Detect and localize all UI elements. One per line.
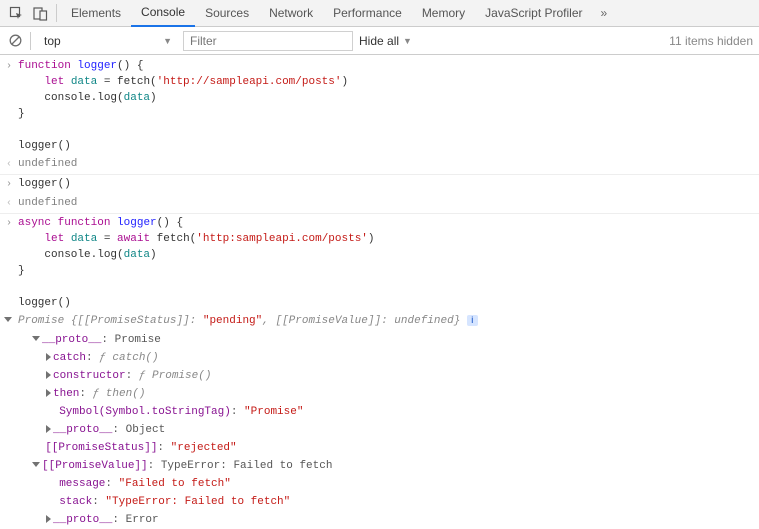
object-property-row: __proto__: Error bbox=[0, 511, 759, 529]
object-property-row: [[PromiseValue]]: TypeError: Failed to f… bbox=[0, 457, 759, 475]
chevron-down-icon: ▼ bbox=[163, 36, 172, 46]
return-value: undefined bbox=[18, 195, 759, 211]
input-marker-icon: › bbox=[0, 176, 18, 193]
object-property[interactable]: [[PromiseValue]]: TypeError: Failed to f… bbox=[18, 458, 759, 474]
object-property[interactable]: __proto__: Promise bbox=[18, 332, 759, 348]
code-line: logger() bbox=[18, 176, 759, 192]
object-property-row: Symbol(Symbol.toStringTag): "Promise" bbox=[0, 403, 759, 421]
console-filter-bar: top ▼ Hide all ▼ 11 items hidden bbox=[0, 27, 759, 55]
console-input-row: › logger() bbox=[0, 175, 759, 194]
object-property[interactable]: __proto__: Error bbox=[18, 512, 759, 528]
object-property: [[PromiseStatus]]: "rejected" bbox=[18, 440, 759, 456]
object-property[interactable]: then: ƒ then() bbox=[18, 386, 759, 402]
info-badge-icon[interactable]: i bbox=[467, 315, 478, 326]
console-output: › function logger() { let data = fetch('… bbox=[0, 55, 759, 529]
filter-input[interactable] bbox=[183, 31, 353, 51]
tab-network[interactable]: Network bbox=[259, 0, 323, 27]
console-return-row: ‹ undefined bbox=[0, 155, 759, 175]
expand-toggle[interactable] bbox=[46, 425, 51, 433]
expand-toggle[interactable] bbox=[46, 371, 51, 379]
object-property[interactable]: catch: ƒ catch() bbox=[18, 350, 759, 366]
object-property-row: message: "Failed to fetch" bbox=[0, 475, 759, 493]
tab-jsprofiler[interactable]: JavaScript Profiler bbox=[475, 0, 592, 27]
tabs-overflow-icon[interactable]: » bbox=[601, 6, 608, 20]
console-input-row: › async function logger() { let data = a… bbox=[0, 214, 759, 312]
console-input-row: › function logger() { let data = fetch('… bbox=[0, 57, 759, 155]
code-line: async function logger() { let data = awa… bbox=[18, 215, 759, 311]
tab-console[interactable]: Console bbox=[131, 0, 195, 27]
expand-toggle[interactable] bbox=[46, 353, 51, 361]
object-property-row: catch: ƒ catch() bbox=[0, 349, 759, 367]
return-marker-icon: ‹ bbox=[0, 156, 18, 173]
object-property-row: __proto__: Object bbox=[0, 421, 759, 439]
context-selector[interactable]: top ▼ bbox=[37, 31, 177, 51]
object-property[interactable]: __proto__: Object bbox=[18, 422, 759, 438]
log-level-selector[interactable]: Hide all ▼ bbox=[359, 34, 412, 48]
expand-toggle[interactable] bbox=[0, 313, 18, 330]
devtools-toolbar: Elements Console Sources Network Perform… bbox=[0, 0, 759, 27]
return-marker-icon: ‹ bbox=[0, 195, 18, 212]
object-property: stack: "TypeError: Failed to fetch" bbox=[18, 494, 759, 510]
filterbar-divider bbox=[30, 32, 31, 50]
object-property: Symbol(Symbol.toStringTag): "Promise" bbox=[18, 404, 759, 420]
console-return-row: ‹ undefined bbox=[0, 194, 759, 214]
object-property-row: stack: "TypeError: Failed to fetch" bbox=[0, 493, 759, 511]
input-marker-icon: › bbox=[0, 215, 18, 232]
expand-toggle[interactable] bbox=[46, 515, 51, 523]
object-property-row: __proto__: Promise bbox=[0, 331, 759, 349]
tab-performance[interactable]: Performance bbox=[323, 0, 412, 27]
hidden-count: 11 items hidden bbox=[669, 34, 753, 48]
object-property[interactable]: constructor: ƒ Promise() bbox=[18, 368, 759, 384]
console-log-row: Promise {[[PromiseStatus]]: "pending", [… bbox=[0, 312, 759, 331]
log-level-value: Hide all bbox=[359, 34, 399, 48]
object-property-row: then: ƒ then() bbox=[0, 385, 759, 403]
context-value: top bbox=[44, 34, 61, 48]
tab-memory[interactable]: Memory bbox=[412, 0, 475, 27]
input-marker-icon: › bbox=[0, 58, 18, 75]
object-preview[interactable]: Promise {[[PromiseStatus]]: "pending", [… bbox=[18, 313, 759, 329]
object-property: message: "Failed to fetch" bbox=[18, 476, 759, 492]
return-value: undefined bbox=[18, 156, 759, 172]
devtools-tabs: Elements Console Sources Network Perform… bbox=[61, 0, 593, 27]
object-property-row: [[PromiseStatus]]: "rejected" bbox=[0, 439, 759, 457]
tab-sources[interactable]: Sources bbox=[195, 0, 259, 27]
chevron-down-icon: ▼ bbox=[403, 36, 412, 46]
toolbar-divider bbox=[56, 4, 57, 22]
inspect-element-icon[interactable] bbox=[4, 1, 28, 25]
expand-toggle[interactable] bbox=[32, 462, 40, 467]
code-line: function logger() { let data = fetch('ht… bbox=[18, 58, 759, 154]
toggle-device-icon[interactable] bbox=[28, 1, 52, 25]
clear-console-icon[interactable] bbox=[6, 32, 24, 50]
expand-toggle[interactable] bbox=[46, 389, 51, 397]
object-property-row: constructor: ƒ Promise() bbox=[0, 367, 759, 385]
expand-toggle[interactable] bbox=[32, 336, 40, 341]
tab-elements[interactable]: Elements bbox=[61, 0, 131, 27]
